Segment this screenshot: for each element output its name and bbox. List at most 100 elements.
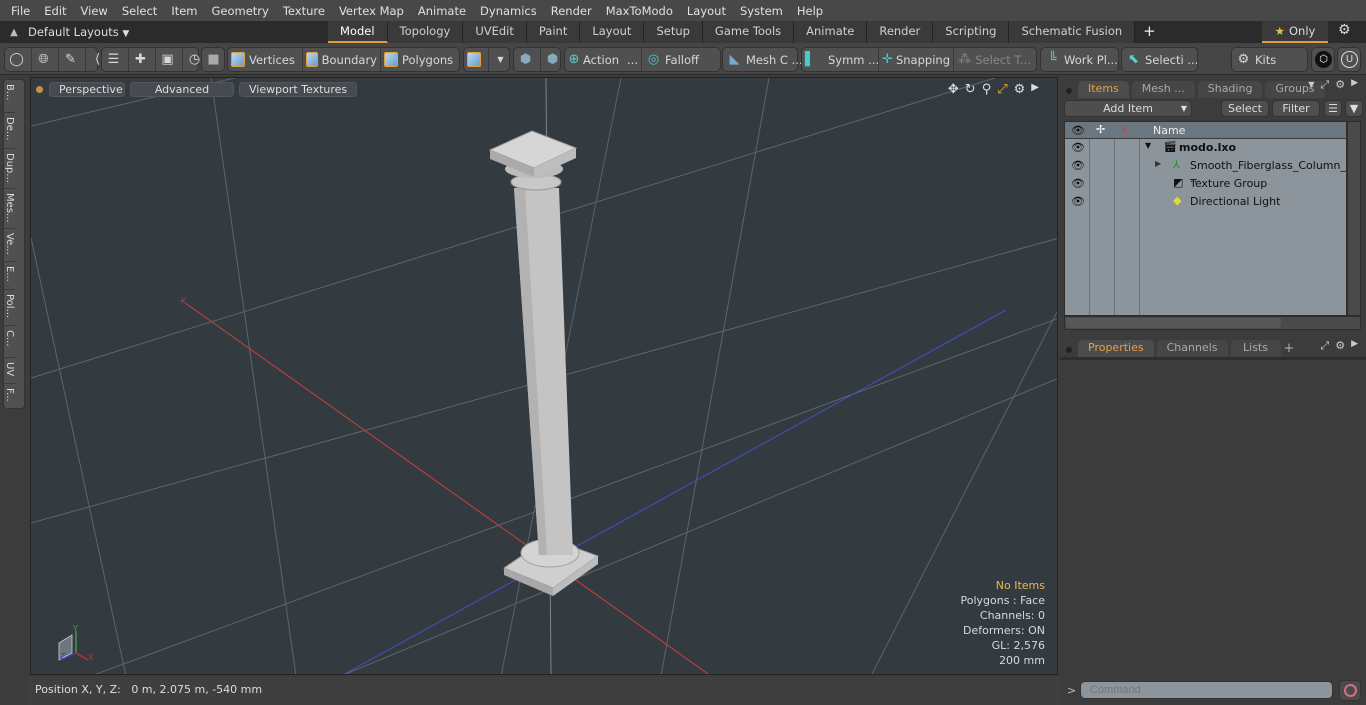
polygons-button[interactable]: Polygons — [381, 48, 457, 71]
tab-animate[interactable]: Animate — [794, 21, 868, 43]
advanced-tab[interactable]: Advanced — [130, 81, 234, 97]
visibility-eye-icon[interactable]: 👁︎ — [1071, 195, 1085, 208]
expand-panel-icon[interactable]: ⤢ — [1320, 339, 1329, 353]
zoom-icon[interactable]: ⚲ — [982, 82, 992, 97]
only-favorites-button[interactable]: ★ Only — [1262, 21, 1328, 43]
tab-schematic-fusion[interactable]: Schematic Fusion — [1009, 21, 1136, 43]
left-tool-tab[interactable]: Pol... — [4, 290, 15, 326]
item-list-vertical-scrollbar[interactable] — [1347, 121, 1361, 316]
default-layouts-dropdown[interactable]: Default Layouts ▼ — [28, 25, 318, 39]
pan-icon[interactable]: ✥ — [948, 82, 959, 97]
tab-channels[interactable]: Channels — [1156, 340, 1228, 357]
viewport-options-dot[interactable] — [36, 85, 43, 93]
left-tool-tab[interactable]: De... — [4, 113, 15, 149]
left-tool-tab[interactable]: Dup... — [4, 149, 15, 189]
work-plane-button[interactable]: ╚ Work Pl... — [1041, 48, 1121, 71]
3d-viewport[interactable]: -X Y X Z Perspective Advanced Viewport T… — [30, 77, 1058, 675]
perspective-tab[interactable]: Perspective — [49, 81, 125, 97]
tab-model[interactable]: Model — [328, 21, 388, 43]
left-tool-tab[interactable]: F... — [4, 384, 15, 410]
left-tool-tab[interactable]: E... — [4, 262, 15, 290]
cross-tool-button[interactable]: ✚ — [129, 48, 156, 71]
tab-shading[interactable]: Shading — [1197, 81, 1263, 98]
collapse-up-icon[interactable]: ▲ — [0, 27, 28, 38]
record-macro-button[interactable] — [1339, 680, 1361, 701]
add-item-button[interactable]: Add Item ▼ — [1064, 100, 1192, 117]
panel-gear-icon[interactable]: ⚙ — [1335, 339, 1345, 353]
item-mode-button[interactable]: ■ — [202, 48, 228, 71]
boundary-button[interactable]: Boundary — [303, 48, 381, 71]
layout-tool-button[interactable]: ☰ — [102, 48, 129, 71]
tab-topology[interactable]: Topology — [387, 21, 464, 43]
falloff-button[interactable]: ◎ Falloff — [642, 48, 720, 71]
panel-gear-icon[interactable]: ⚙ — [1335, 78, 1345, 92]
filter-funnel-button[interactable]: ▼ — [1345, 100, 1363, 117]
gear-icon[interactable]: ⚙ — [1338, 22, 1351, 38]
panel-arrow-icon[interactable]: ▶ — [1351, 78, 1358, 92]
tab-items[interactable]: Items — [1078, 81, 1129, 98]
left-tool-tab[interactable]: UV — [4, 358, 15, 384]
expanded-triangle-icon[interactable]: ▼ — [1145, 141, 1151, 150]
visibility-eye-icon[interactable]: 👁︎ — [1071, 159, 1085, 172]
command-input[interactable] — [1080, 681, 1333, 699]
action-center-button[interactable]: ⊕ Action... — [565, 48, 642, 71]
panel-options-dot[interactable] — [1066, 347, 1072, 353]
filter-button[interactable]: Filter — [1272, 100, 1320, 117]
sphere-tool-button[interactable]: ◯ — [5, 48, 32, 71]
select-button[interactable]: Select — [1221, 100, 1269, 117]
item-row-mesh[interactable]: 👁︎ ▶ ⅄ Smooth_Fiberglass_Column_ ... — [1065, 157, 1346, 185]
viewport-textures-tab[interactable]: Viewport Textures — [239, 81, 358, 97]
menu-geometry[interactable]: Geometry — [205, 4, 276, 18]
kits-button[interactable]: ⚙ Kits — [1232, 48, 1279, 71]
menu-select[interactable]: Select — [115, 4, 164, 18]
pen-tool-button[interactable]: ✎ — [59, 48, 86, 71]
selection-sets-button[interactable]: ⬉ Selecti ... — [1122, 48, 1201, 71]
item-list-horizontal-scrollbar[interactable] — [1064, 316, 1361, 330]
add-tab-button[interactable]: + — [1135, 21, 1164, 43]
unity-button[interactable]: ⬡ — [1312, 48, 1338, 71]
menu-item[interactable]: Item — [164, 4, 204, 18]
tab-properties[interactable]: Properties — [1078, 340, 1154, 357]
symmetry-button[interactable]: ▌ Symm ... — [802, 48, 879, 71]
tab-setup[interactable]: Setup — [644, 21, 703, 43]
list-options-button[interactable]: ☰ — [1324, 100, 1342, 117]
name-column-header[interactable]: Name — [1153, 124, 1185, 137]
tab-scripting[interactable]: Scripting — [933, 21, 1010, 43]
menu-texture[interactable]: Texture — [276, 4, 332, 18]
menu-render[interactable]: Render — [544, 4, 599, 18]
select-through-button[interactable]: ⁂ Select T... — [954, 48, 1034, 71]
square-tool-button[interactable]: ▣ — [156, 48, 183, 71]
visibility-eye-icon[interactable]: 👁︎ — [1071, 177, 1085, 190]
scrollbar-thumb[interactable] — [1066, 318, 1281, 328]
item-row-scene[interactable]: 👁︎ ▼ 🎬︎ modo.lxo — [1065, 139, 1346, 157]
left-tool-tab[interactable]: Ve... — [4, 229, 15, 262]
maximize-icon[interactable]: ⤢ — [997, 82, 1007, 97]
tab-uvedit[interactable]: UVEdit — [463, 21, 527, 43]
vertices-button[interactable]: Vertices — [228, 48, 303, 71]
collapsed-triangle-icon[interactable]: ▶ — [1155, 159, 1161, 168]
tab-layout[interactable]: Layout — [580, 21, 645, 43]
globe-tool-button[interactable]: 🌐︎ — [32, 48, 59, 71]
snapping-button[interactable]: ✛ Snapping — [879, 48, 954, 71]
menu-dynamics[interactable]: Dynamics — [473, 4, 544, 18]
tab-render[interactable]: Render — [867, 21, 934, 43]
left-tool-tab[interactable]: C... — [4, 326, 15, 358]
menu-system[interactable]: System — [733, 4, 790, 18]
menu-vertex-map[interactable]: Vertex Map — [332, 4, 411, 18]
rotate-icon[interactable]: ↻ — [965, 82, 976, 97]
item-row-light[interactable]: 👁︎ ◆ Directional Light — [1065, 193, 1346, 211]
unreal-button[interactable]: U — [1338, 48, 1364, 71]
visibility-eye-icon[interactable]: 👁︎ — [1071, 141, 1085, 154]
menu-view[interactable]: View — [74, 4, 115, 18]
viewport-gear-icon[interactable]: ⚙ — [1014, 82, 1026, 97]
expand-panel-icon[interactable]: ⤢ — [1320, 78, 1329, 92]
left-tool-tab[interactable]: B... — [4, 80, 15, 113]
add-panel-tab-button[interactable]: + — [1284, 341, 1295, 356]
gizmo-button-1[interactable]: ⬢ — [514, 48, 541, 71]
mesh-constraint-button[interactable]: ◣ Mesh C ... — [723, 48, 806, 71]
tab-game-tools[interactable]: Game Tools — [702, 21, 795, 43]
tab-paint[interactable]: Paint — [526, 21, 581, 43]
play-arrow-icon[interactable]: ▶ — [1031, 82, 1039, 97]
panel-arrow-icon[interactable]: ▶ — [1351, 339, 1358, 353]
tab-lists[interactable]: Lists — [1230, 340, 1281, 357]
